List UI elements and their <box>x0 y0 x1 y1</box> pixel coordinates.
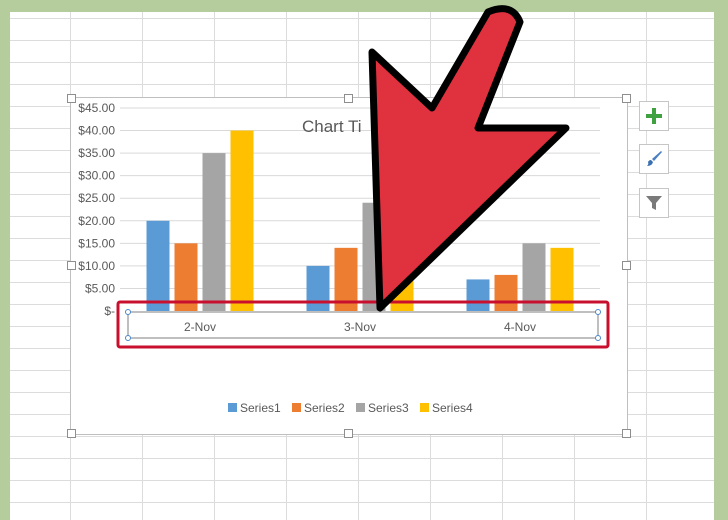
legend-entry[interactable]: Series2 <box>304 401 345 415</box>
legend-entry[interactable]: Series4 <box>432 401 473 415</box>
funnel-icon <box>646 196 662 210</box>
y-tick-label: $10.00 <box>78 259 115 273</box>
x-tick-label: 4-Nov <box>504 320 536 334</box>
x-axis-handle-top-left[interactable] <box>125 309 131 315</box>
chart-title[interactable]: Chart Ti <box>302 117 362 136</box>
plus-icon <box>646 108 662 124</box>
bar-series1-4-nov[interactable] <box>466 279 490 311</box>
bar-series1-3-nov[interactable] <box>306 265 330 311</box>
y-tick-label: $45.00 <box>78 101 115 115</box>
y-tick-label: $15.00 <box>78 236 115 250</box>
y-axis-ticks: $- $5.00 $10.00 $15.00 $20.00 $25.00 $30.00 $35… <box>78 101 115 318</box>
chart-filters-button[interactable] <box>639 188 669 218</box>
x-tick-label: 2-Nov <box>184 320 216 334</box>
y-tick-label: $40.00 <box>78 124 115 138</box>
bar-series2-4-nov[interactable] <box>494 274 518 311</box>
bar-series1-2-nov[interactable] <box>146 220 170 311</box>
legend-entry[interactable]: Series1 <box>240 401 281 415</box>
y-tick-label: $20.00 <box>78 214 115 228</box>
legend-swatch <box>356 403 365 412</box>
y-tick-label: $- <box>104 304 115 318</box>
legend[interactable]: Series1 Series2 Series3 Series4 <box>228 401 473 415</box>
legend-swatch <box>292 403 301 412</box>
x-axis-handle-bottom-right[interactable] <box>595 335 601 341</box>
x-axis-labels: 2-Nov 3-Nov 4-Nov <box>184 320 536 334</box>
chart-elements-button[interactable] <box>639 101 669 131</box>
x-axis-handle-top-right[interactable] <box>595 309 601 315</box>
y-tick-label: $35.00 <box>78 146 115 160</box>
x-axis-handle-bottom-left[interactable] <box>125 335 131 341</box>
chart-styles-button[interactable] <box>639 144 669 174</box>
bar-series3-2-nov[interactable] <box>202 153 226 311</box>
y-tick-label: $30.00 <box>78 169 115 183</box>
y-tick-label: $5.00 <box>85 281 115 295</box>
chart-svg: $- $5.00 $10.00 $15.00 $20.00 $25.00 $30.00 $35… <box>78 5 610 415</box>
x-tick-label: 3-Nov <box>344 320 376 334</box>
legend-entry[interactable]: Series3 <box>368 401 409 415</box>
y-tick-label: $25.00 <box>78 191 115 205</box>
legend-swatch <box>420 403 429 412</box>
legend-swatch <box>228 403 237 412</box>
bar-series4-2-nov[interactable] <box>230 130 254 311</box>
paintbrush-icon <box>647 151 662 166</box>
